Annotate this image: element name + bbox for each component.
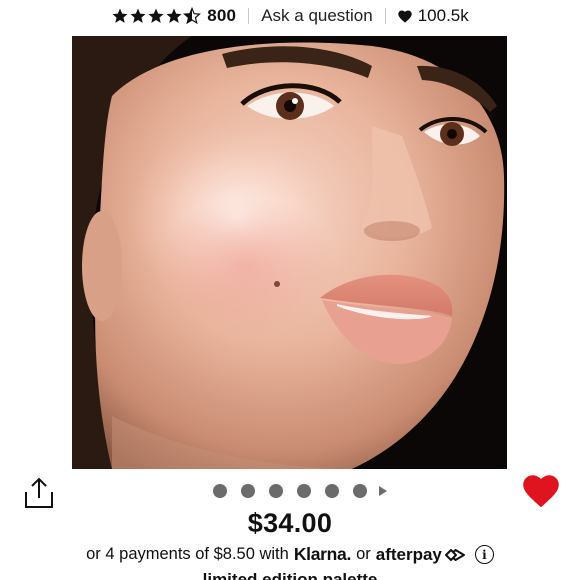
or-text: or <box>356 545 371 563</box>
installment-text: or 4 payments of $8.50 with <box>86 545 289 563</box>
carousel-next-icon[interactable] <box>379 486 387 496</box>
loves-count-label: 100.5k <box>417 6 469 25</box>
carousel-dot[interactable] <box>325 484 339 498</box>
star-icon <box>166 8 182 23</box>
star-half-icon <box>183 7 202 25</box>
divider <box>248 8 250 24</box>
carousel-dot[interactable] <box>269 484 283 498</box>
info-icon[interactable]: i <box>474 545 494 564</box>
rating-stars[interactable] <box>111 7 202 25</box>
carousel-dot[interactable] <box>213 484 227 498</box>
star-icon <box>148 8 164 23</box>
carousel-dot[interactable] <box>353 484 367 498</box>
rating-bar: 800 Ask a question 100.5k <box>0 2 580 30</box>
partial-text-line: limited edition palette <box>0 572 580 580</box>
divider <box>384 8 386 24</box>
product-photo <box>72 36 507 469</box>
rating-count[interactable]: 800 <box>207 6 236 26</box>
installment-info: or 4 payments of $8.50 with Klarna. or a… <box>0 544 580 565</box>
afterpay-logo-icon <box>444 548 465 561</box>
star-icon <box>130 8 146 23</box>
heart-icon <box>398 10 412 23</box>
ask-question-link[interactable]: Ask a question <box>261 6 373 26</box>
star-icon <box>112 8 128 23</box>
carousel-dot[interactable] <box>297 484 311 498</box>
klarna-logo[interactable]: Klarna. <box>294 544 352 565</box>
carousel-indicator[interactable] <box>0 484 580 498</box>
product-image[interactable] <box>72 36 507 469</box>
afterpay-logo[interactable]: afterpay <box>376 545 466 565</box>
loves-count[interactable]: 100.5k <box>398 6 469 26</box>
product-price: $34.00 <box>247 508 333 538</box>
carousel-dot[interactable] <box>241 484 255 498</box>
afterpay-label: afterpay <box>375 544 442 564</box>
love-heart-icon[interactable] <box>522 474 560 508</box>
